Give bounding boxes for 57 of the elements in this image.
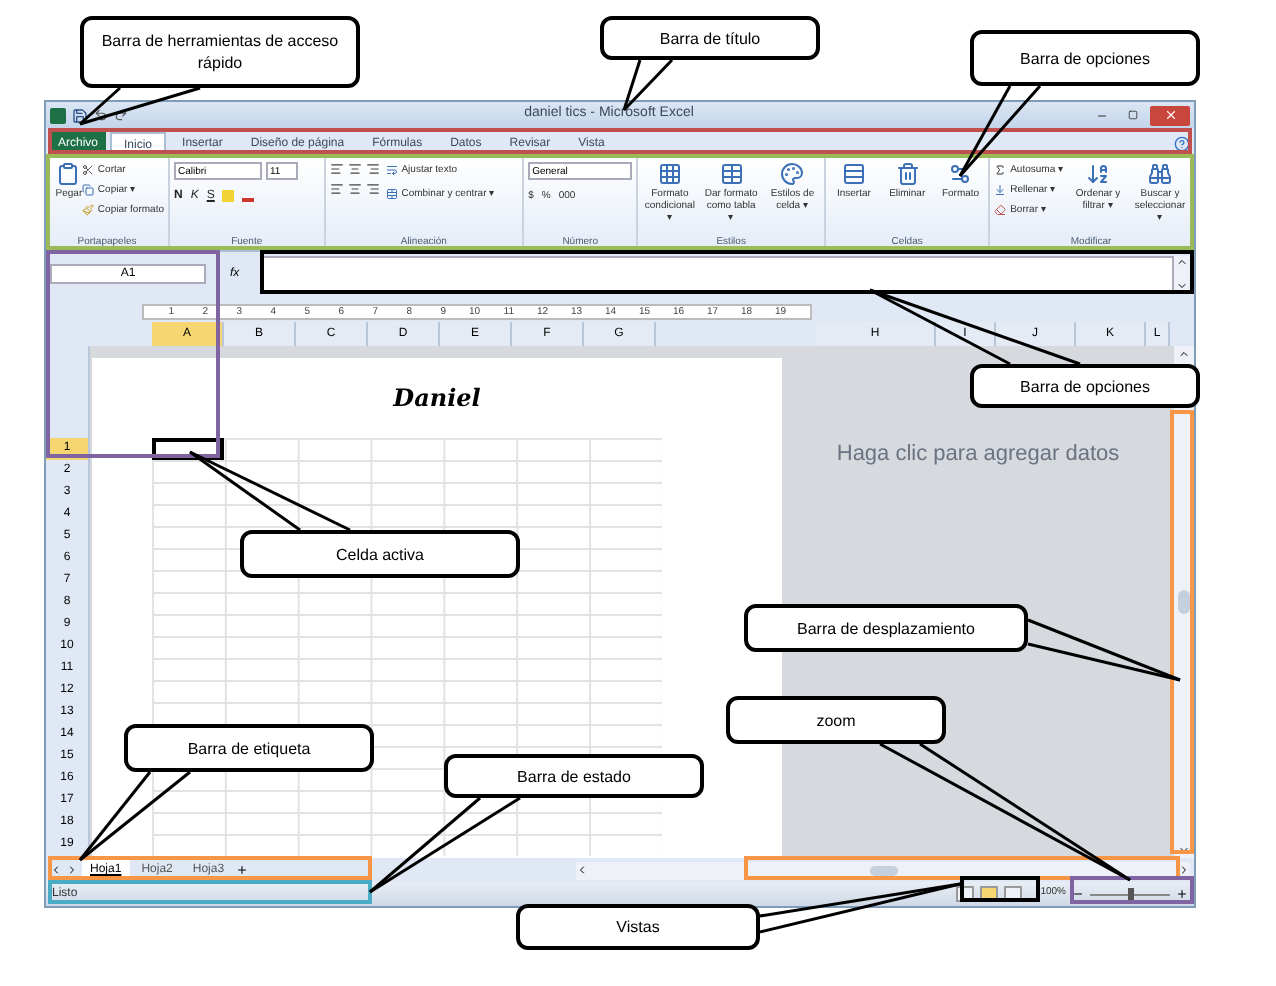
page-header-text: Daniel (393, 382, 481, 416)
callout-tooltip: Barra de herramientas de acceso rápido (80, 16, 360, 88)
zoom-in-icon (1176, 888, 1188, 900)
scrollbar-thumb[interactable] (869, 865, 898, 875)
callout-tooltip: zoom (726, 696, 946, 744)
redo-icon (114, 108, 128, 122)
merge-cells-icon (385, 188, 398, 200)
callout-tooltip: Barra de desplazamiento (744, 604, 1028, 652)
grid-icon (657, 162, 682, 186)
fill-down-icon (994, 184, 1007, 196)
fill-color-icon (222, 190, 235, 202)
leader-line (79, 86, 201, 126)
scrollbar-thumb[interactable] (1178, 590, 1190, 614)
close-button[interactable] (1150, 105, 1190, 125)
wrap-text-icon (385, 164, 398, 176)
sigma-icon (994, 164, 1007, 176)
align-right-icon (365, 182, 380, 196)
settings-icon (948, 162, 973, 186)
next-sheet-icon (66, 864, 78, 876)
callout-tooltip: Barra de estado (444, 754, 704, 798)
close-icon (1163, 108, 1177, 122)
palette-icon (780, 162, 805, 186)
previous-sheet-icon (50, 864, 62, 876)
eraser-icon (994, 204, 1007, 216)
rows-icon (841, 162, 866, 186)
undo-icon (94, 108, 108, 122)
active-cell[interactable] (152, 438, 224, 460)
new-sheet-icon (236, 864, 249, 876)
callout-tooltip: Barra de opciones (970, 30, 1200, 86)
table-icon (719, 162, 744, 186)
sort-icon (1086, 162, 1110, 186)
trash-icon (895, 162, 920, 186)
maximize-icon (1127, 110, 1137, 120)
align-center-icon (347, 162, 362, 176)
align-center-icon (347, 182, 362, 196)
paintbrush-icon (81, 204, 94, 216)
copy-icon (81, 184, 94, 196)
align-right-icon (365, 162, 380, 176)
callout-tooltip: Barra de opciones (970, 364, 1200, 408)
zoom-slider-thumb[interactable] (1128, 887, 1134, 901)
save-icon (72, 107, 88, 123)
align-left-icon (329, 182, 344, 196)
leader-line (78, 770, 191, 862)
scrollbar[interactable] (1174, 256, 1190, 292)
binoculars-icon (1148, 162, 1172, 186)
excel-logo-icon (50, 107, 66, 123)
zoom-out-icon (1072, 888, 1084, 900)
callout-tooltip: Barra de etiqueta (124, 724, 374, 772)
callout-tooltip: Vistas (516, 904, 760, 950)
align-left-icon (329, 162, 344, 176)
formula-field[interactable] (259, 256, 1174, 292)
clipboard-icon (56, 162, 81, 186)
scissors-icon (81, 164, 94, 176)
help-icon (1174, 136, 1190, 152)
callout-tooltip: Celda activa (240, 530, 520, 578)
callout-tooltip: Barra de título (600, 16, 820, 60)
minimize-icon (1096, 109, 1108, 121)
